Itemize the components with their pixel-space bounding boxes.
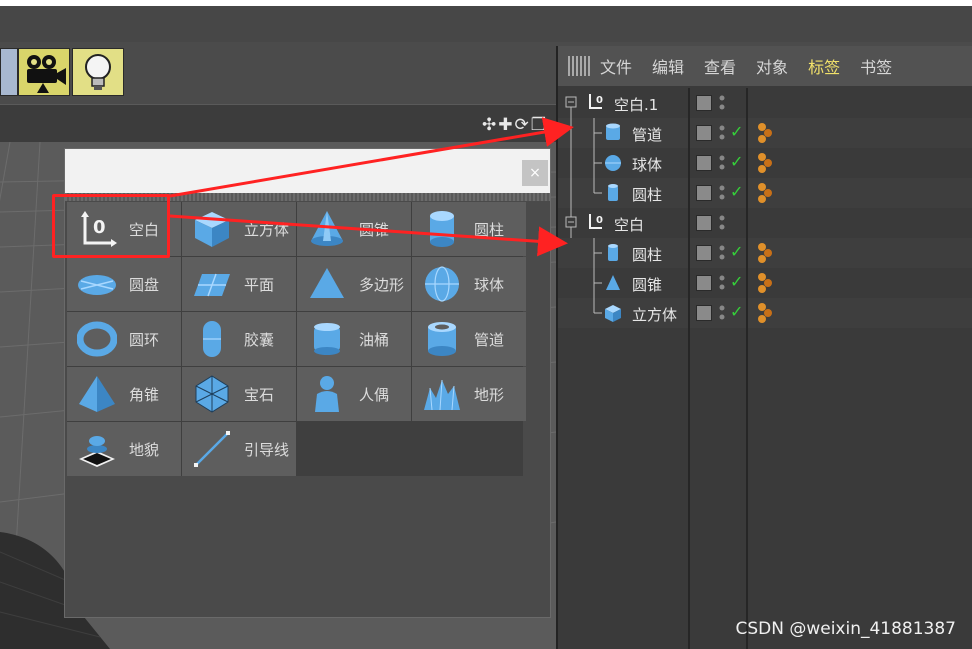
watermark: CSDN @weixin_41881387: [735, 619, 956, 639]
annotation-arrow-to-second-null: [169, 214, 568, 257]
annotation-arrows: [169, 117, 574, 257]
annotation-arrow-to-first-null: [169, 117, 574, 198]
